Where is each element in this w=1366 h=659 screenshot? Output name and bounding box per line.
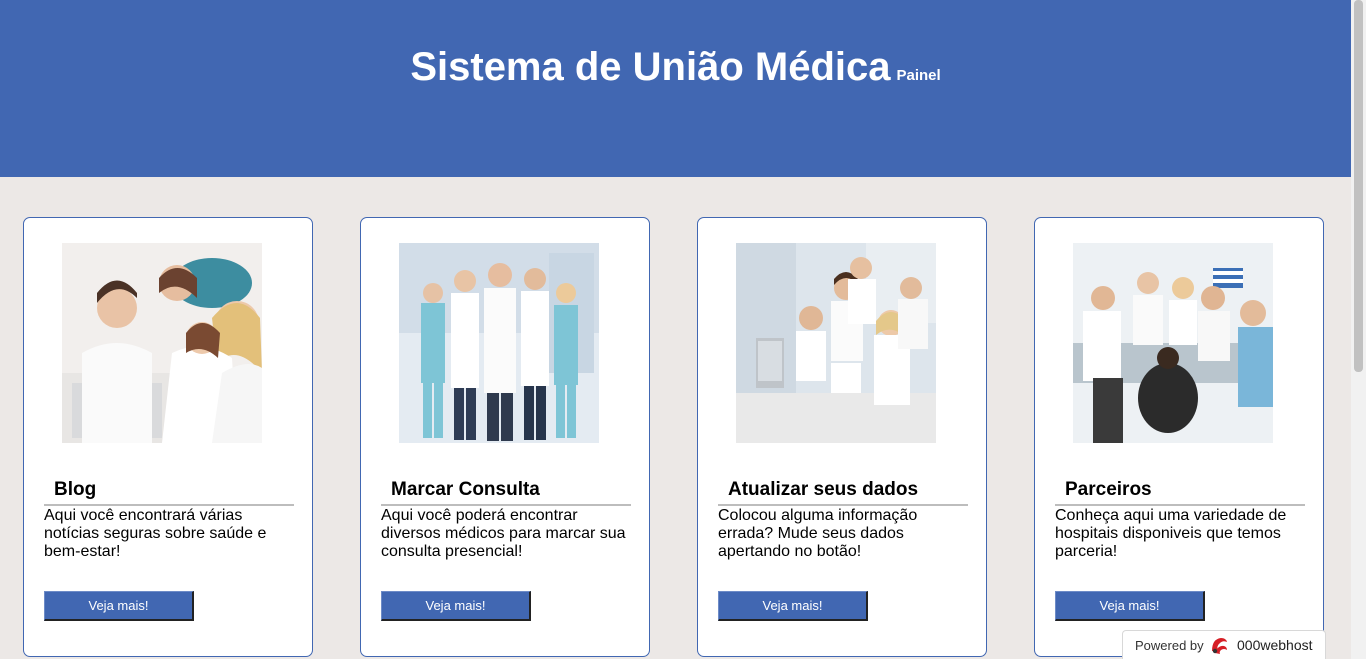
doctors-meeting-photo <box>1073 243 1273 443</box>
card-description: Aqui você poderá encontrar diversos médi… <box>381 507 626 560</box>
card-description: Aqui você encontrará várias notícias seg… <box>44 507 267 560</box>
powered-by-brand: 000webhost <box>1237 637 1313 653</box>
card-title: Marcar Consulta <box>391 479 540 500</box>
veja-mais-button-blog[interactable]: Veja mais! <box>44 591 194 621</box>
doctors-at-computers-photo <box>736 243 936 443</box>
card-title: Atualizar seus dados <box>728 479 919 500</box>
scrollbar-thumb[interactable] <box>1354 0 1363 372</box>
doctors-at-laptop-photo <box>62 243 262 443</box>
powered-by-label: Powered by <box>1135 638 1204 653</box>
page-scrollbar[interactable] <box>1351 0 1366 659</box>
card-description: Conheça aqui uma variedade de hospitais … <box>1055 507 1287 560</box>
powered-by-badge[interactable]: Powered by 000webhost <box>1122 630 1326 659</box>
doctors-team-standing-photo <box>399 243 599 443</box>
card-divider <box>718 504 968 506</box>
site-header: Sistema de União Médica Painel <box>0 0 1351 177</box>
veja-mais-button-dados[interactable]: Veja mais! <box>718 591 868 621</box>
card-atualizar-dados: Atualizar seus dados Colocou alguma info… <box>697 217 987 657</box>
card-blog: Blog Aqui você encontrará várias notícia… <box>23 217 313 657</box>
card-description: Colocou alguma informação errada? Mude s… <box>718 507 918 560</box>
card-title: Blog <box>54 479 97 500</box>
000webhost-logo-icon <box>1209 635 1229 655</box>
veja-mais-button-parceiros[interactable]: Veja mais! <box>1055 591 1205 621</box>
site-title: Sistema de União Médica <box>410 45 891 89</box>
card-marcar-consulta: Marcar Consulta Aqui você poderá encontr… <box>360 217 650 657</box>
card-divider <box>1055 504 1305 506</box>
card-divider <box>381 504 631 506</box>
card-title: Parceiros <box>1065 479 1152 500</box>
veja-mais-button-consulta[interactable]: Veja mais! <box>381 591 531 621</box>
header-title-block: Sistema de União Médica Painel <box>0 45 1351 90</box>
card-parceiros: Parceiros Conheça aqui uma variedade de … <box>1034 217 1324 657</box>
card-divider <box>44 504 294 506</box>
site-subtitle: Painel <box>896 67 941 84</box>
